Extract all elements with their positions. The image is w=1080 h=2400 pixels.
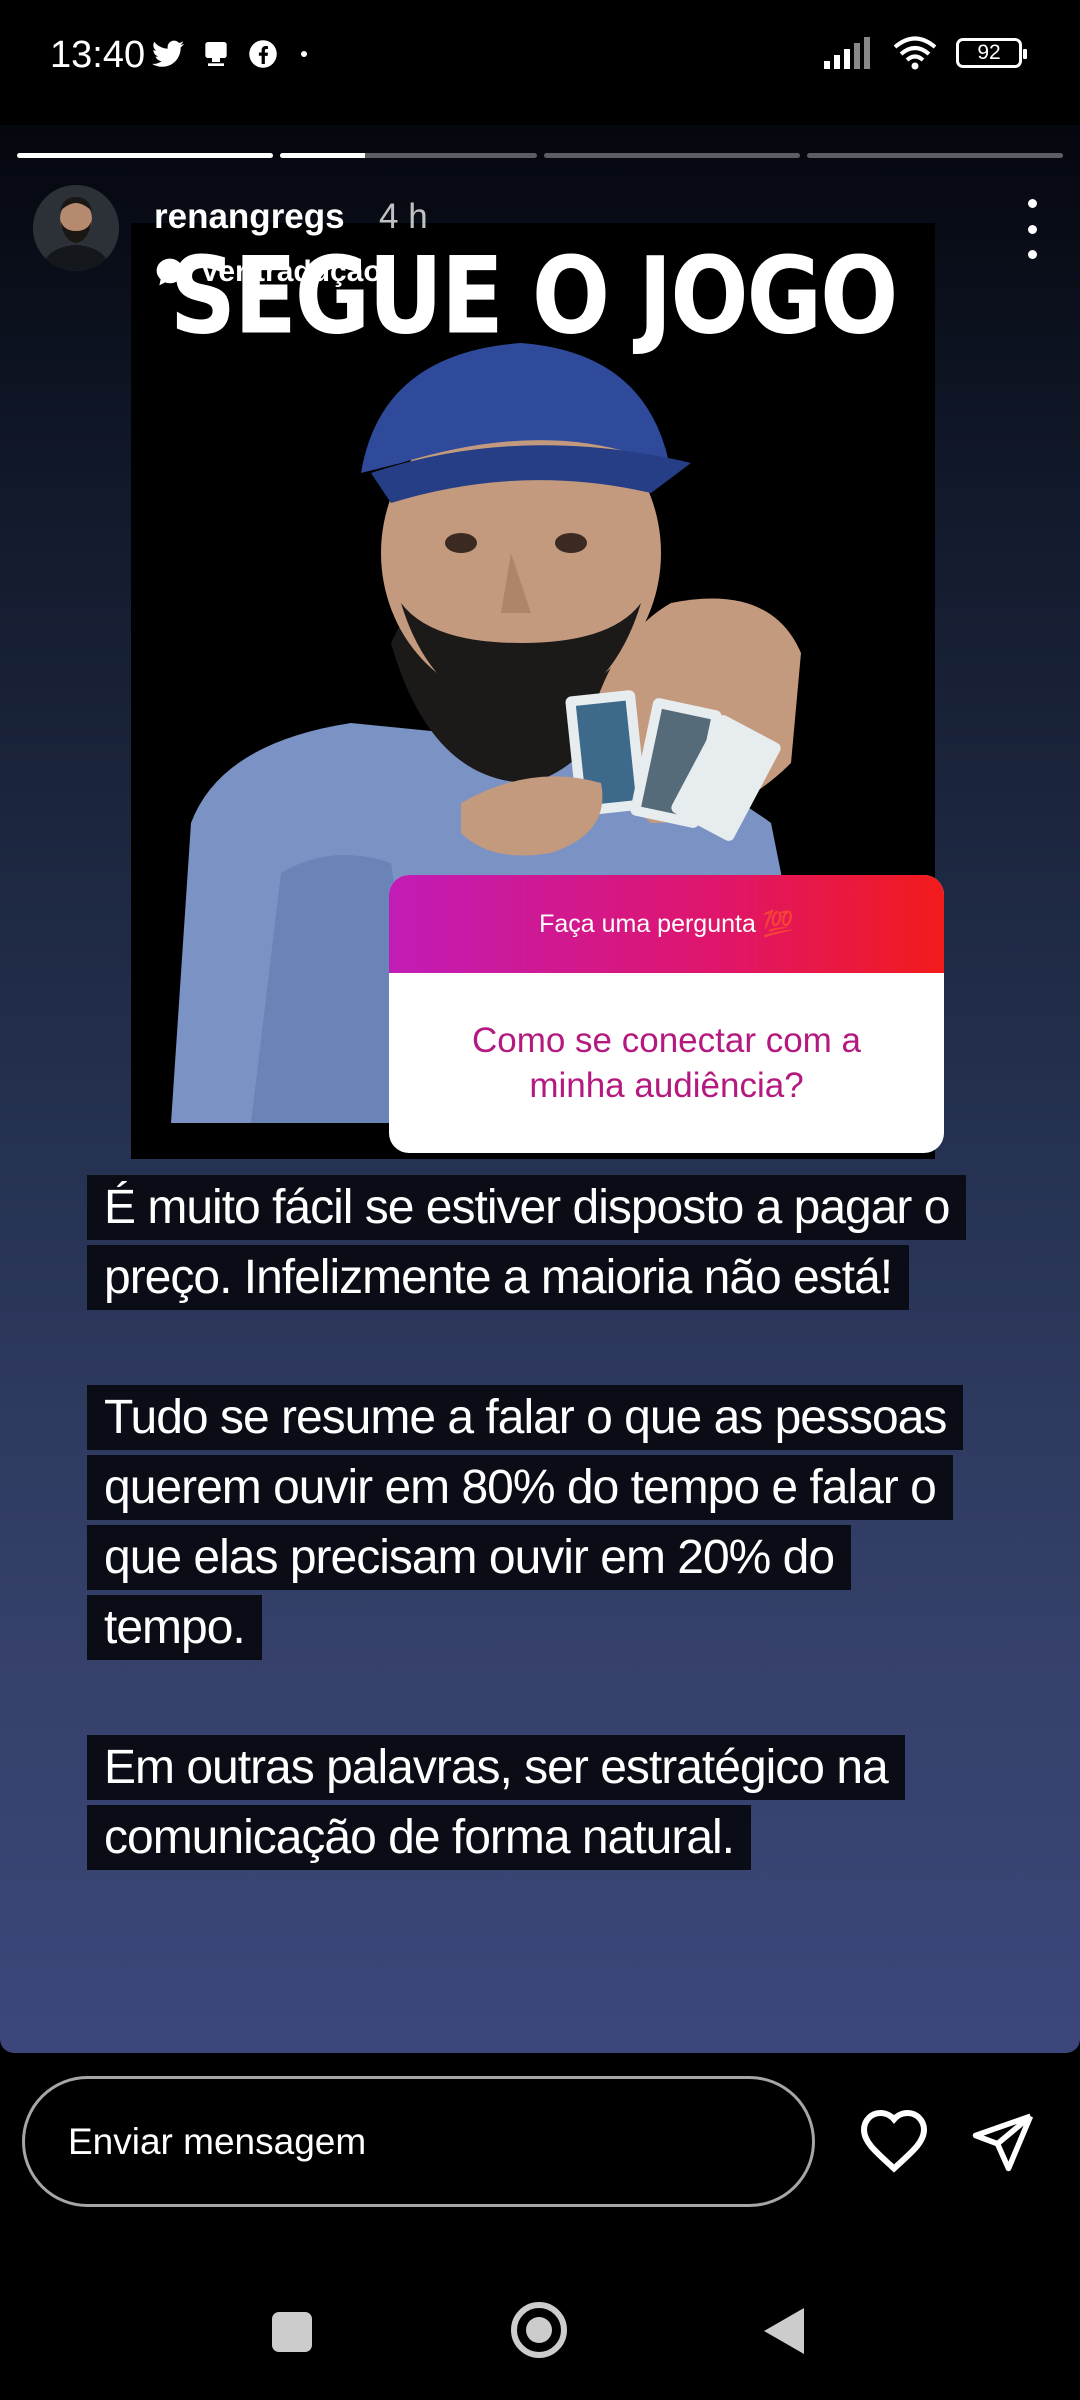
paragraph-text: Tudo se resume a falar o que as pessoas … [87, 1385, 964, 1660]
status-icons-right: 92 [824, 36, 1027, 70]
speech-bubble-icon [156, 258, 184, 286]
translate-button[interactable]: Ver tradução [154, 255, 382, 289]
story-progress [17, 153, 1063, 158]
heart-icon[interactable] [858, 2107, 930, 2173]
status-time: 13:40 [50, 34, 146, 76]
notification-icon [205, 42, 227, 66]
story-time: 4 h [379, 197, 428, 236]
facebook-icon [249, 40, 277, 68]
message-input[interactable]: Enviar mensagem [22, 2076, 815, 2207]
story-header: renangregs 4 h Ver tradução [33, 185, 1053, 315]
home-icon[interactable] [511, 2302, 567, 2358]
progress-segment [806, 153, 1063, 158]
more-options-icon[interactable] [1017, 199, 1047, 259]
story-text: É muito fácil se estiver disposto a paga… [87, 1173, 987, 1943]
status-bar: 13:40 92 [0, 0, 1080, 110]
progress-segment [280, 153, 537, 158]
signal-icon [824, 37, 870, 69]
progress-segment [17, 153, 274, 158]
android-nav-bar [0, 2270, 1080, 2400]
translate-label: Ver tradução [200, 255, 382, 288]
text-paragraph: Tudo se resume a falar o que as pessoas … [87, 1383, 964, 1663]
text-paragraph: Em outras palavras, ser estratégico na c… [87, 1733, 957, 1873]
recent-apps-icon[interactable] [272, 2312, 312, 2352]
username[interactable]: renangregs [154, 197, 345, 237]
paragraph-text: É muito fácil se estiver disposto a paga… [87, 1175, 967, 1310]
status-icons-left [152, 38, 314, 70]
paragraph-text: Em outras palavras, ser estratégico na c… [87, 1735, 905, 1870]
send-icon[interactable] [968, 2108, 1038, 2174]
battery-indicator: 92 [956, 38, 1027, 68]
progress-fill [280, 153, 365, 158]
dot-icon [301, 51, 307, 57]
avatar[interactable] [33, 185, 119, 271]
progress-segment [543, 153, 800, 158]
question-sticker: Faça uma pergunta 💯 Como se conectar com… [389, 875, 944, 1153]
text-paragraph: É muito fácil se estiver disposto a paga… [87, 1173, 967, 1313]
twitter-icon [152, 40, 184, 67]
progress-fill [17, 153, 274, 158]
question-prompt: Faça uma pergunta 💯 [389, 875, 944, 973]
back-icon[interactable] [764, 2308, 804, 2354]
wifi-icon [893, 36, 937, 70]
story-viewer[interactable]: SEGUE O JOGO renangregs 4 h Ver tradução… [0, 125, 1080, 2053]
profile-photo [33, 185, 119, 271]
question-text: Como se conectar com a minha audiência? [471, 1020, 862, 1106]
